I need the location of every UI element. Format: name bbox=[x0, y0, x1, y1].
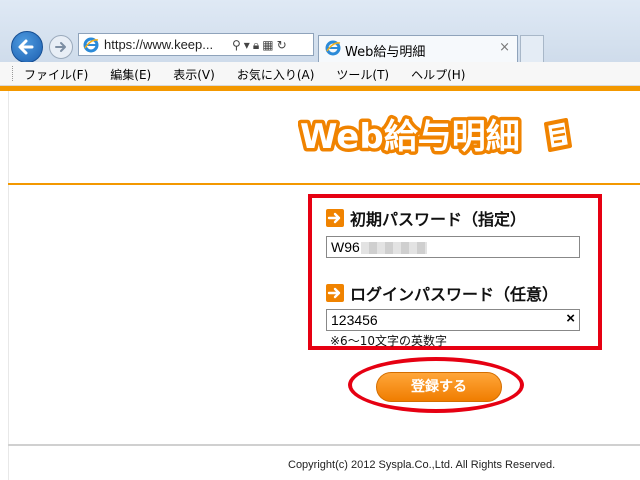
web-payslip-logo: Web給与明細 bbox=[297, 110, 578, 161]
initial-password-label-text: 初期パスワード（指定） bbox=[350, 210, 527, 229]
initial-password-input[interactable]: W96 bbox=[326, 236, 580, 258]
search-icon[interactable]: ⚲ bbox=[232, 38, 241, 52]
copyright-text: Copyright(c) 2012 Syspla.Co.,Ltd. All Ri… bbox=[288, 459, 556, 471]
menu-item[interactable]: ファイル(F) bbox=[20, 66, 92, 83]
new-tab-button[interactable] bbox=[520, 35, 544, 62]
menu-item[interactable]: お気に入り(A) bbox=[233, 66, 319, 83]
tab-close-icon[interactable]: × bbox=[499, 40, 510, 55]
address-bar[interactable]: https://www.keep... ⚲ ▾ 🔒︎ ▦ ↻ bbox=[78, 33, 314, 56]
menu-bar: ファイル(F) 編集(E) 表示(V) お気に入り(A) ツール(T) ヘルプ(H) bbox=[0, 62, 640, 86]
logo-text: Web給与明細 bbox=[300, 117, 520, 157]
back-button[interactable] bbox=[11, 31, 43, 63]
tab-title: Web給与明細 bbox=[345, 45, 426, 60]
lock-icon[interactable]: 🔒︎ bbox=[253, 38, 259, 53]
menu-item[interactable]: 編集(E) bbox=[106, 66, 155, 83]
tab-web-payslip[interactable]: Web給与明細 × bbox=[318, 35, 518, 62]
initial-password-value: W96 bbox=[331, 239, 360, 255]
ie-icon bbox=[83, 37, 99, 53]
logo-document-icon bbox=[544, 118, 572, 152]
back-arrow-icon bbox=[18, 39, 34, 55]
dropdown-icon[interactable]: ▾ bbox=[244, 38, 250, 52]
footer-divider bbox=[8, 444, 640, 446]
url-text: https://www.keep... bbox=[104, 37, 214, 52]
header-divider bbox=[8, 183, 640, 185]
register-button[interactable]: 登録する bbox=[376, 372, 502, 402]
initial-password-label: 初期パスワード（指定） bbox=[326, 206, 526, 230]
refresh-icon[interactable]: ↻ bbox=[277, 38, 287, 52]
menu-item[interactable]: 表示(V) bbox=[169, 66, 219, 83]
page-left-margin bbox=[0, 91, 9, 480]
menu-grip bbox=[12, 66, 15, 81]
ie-icon bbox=[325, 40, 341, 56]
forward-arrow-icon bbox=[55, 42, 66, 52]
compat-icon[interactable]: ▦ bbox=[262, 38, 273, 52]
arrow-right-icon bbox=[326, 209, 344, 227]
menu-list: ファイル(F) 編集(E) 表示(V) お気に入り(A) ツール(T) ヘルプ(H) bbox=[20, 66, 483, 83]
login-password-input[interactable]: 123456 × bbox=[326, 309, 580, 331]
header-accent-bar bbox=[0, 86, 640, 91]
masked-value bbox=[360, 242, 427, 255]
login-password-label: ログインパスワード（任意） bbox=[326, 281, 558, 305]
logo-graphic: Web給与明細 bbox=[297, 114, 572, 161]
menu-item[interactable]: ヘルプ(H) bbox=[407, 66, 469, 83]
browser-chrome: https://www.keep... ⚲ ▾ 🔒︎ ▦ ↻ Web給与明細 × bbox=[0, 0, 640, 63]
menu-item[interactable]: ツール(T) bbox=[332, 66, 393, 83]
address-tools: ⚲ ▾ 🔒︎ ▦ ↻ bbox=[232, 36, 287, 54]
password-hint: ※6～10文字の英数字 bbox=[330, 334, 447, 348]
forward-button[interactable] bbox=[49, 35, 73, 59]
login-password-label-text: ログインパスワード（任意） bbox=[350, 285, 559, 304]
clear-input-icon[interactable]: × bbox=[566, 311, 575, 327]
arrow-right-icon bbox=[326, 284, 344, 302]
login-password-value: 123456 bbox=[331, 312, 378, 328]
